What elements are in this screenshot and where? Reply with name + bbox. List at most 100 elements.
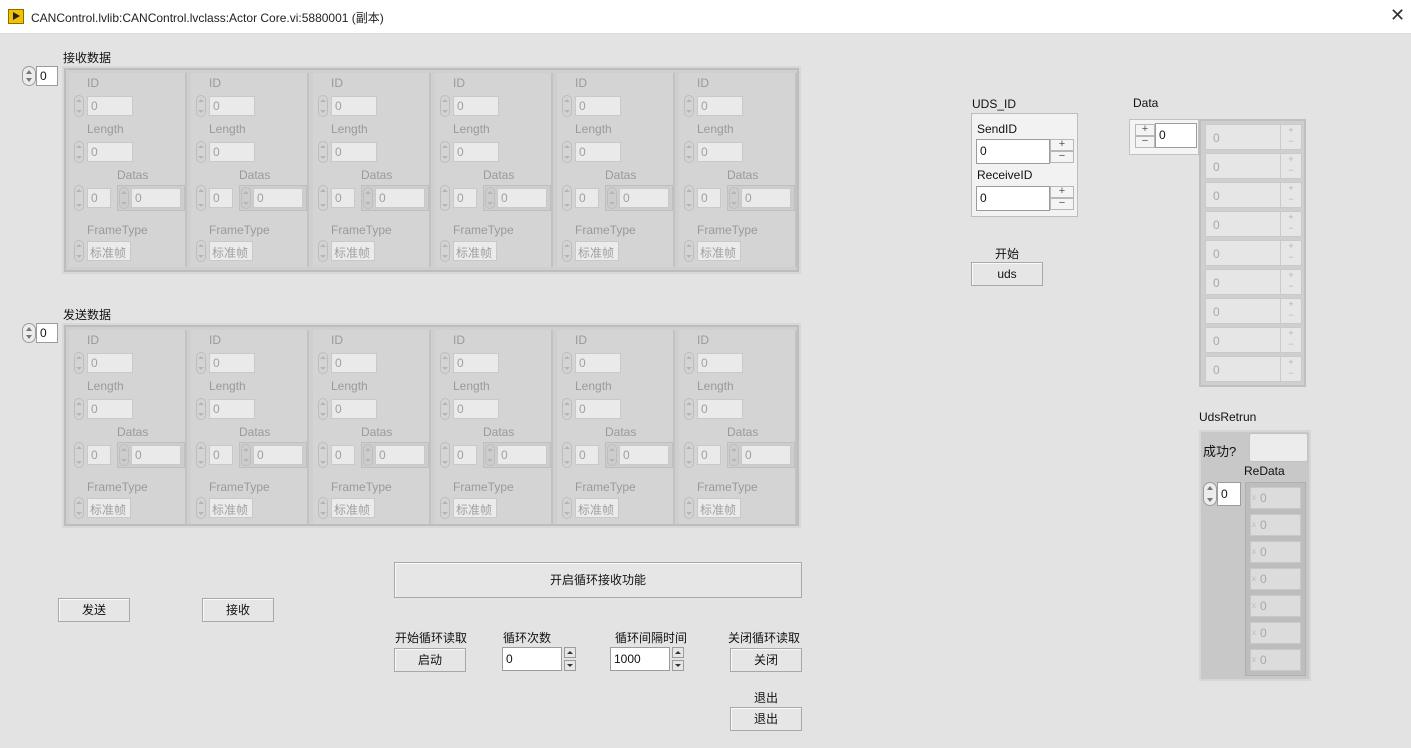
datas-element-spinner-icon[interactable] [363,444,373,466]
frame-type-spinner-icon[interactable] [196,497,206,519]
loop-receive-button[interactable]: 开启循环接收功能 [394,562,802,598]
length-field[interactable]: 0 [575,142,621,162]
datas-value-field[interactable]: 0 [497,445,547,465]
frame-type-spinner-icon[interactable] [440,240,450,262]
loop-count-stepper[interactable] [564,647,576,671]
frame-type-field[interactable]: 标准帧 [575,498,619,518]
datas-index-spinner-icon[interactable] [318,185,328,211]
data-element[interactable]: 0 + − [1205,298,1302,324]
close-icon[interactable]: ✕ [1390,6,1405,24]
loop-interval-field[interactable]: 1000 [610,647,670,671]
datas-element-spinner-icon[interactable] [729,187,739,209]
datas-value-field[interactable]: 0 [253,445,303,465]
id-spinner-icon[interactable] [562,95,572,117]
frame-type-spinner-icon[interactable] [562,240,572,262]
id-spinner-icon[interactable] [684,352,694,374]
datas-index-spinner-icon[interactable] [196,185,206,211]
data-index-stepper[interactable]: + − [1135,124,1155,148]
datas-element-spinner-icon[interactable] [241,187,251,209]
datas-index-field[interactable]: 0 [87,188,111,208]
id-spinner-icon[interactable] [440,352,450,374]
send-array-index[interactable]: 0 [22,323,58,343]
datas-value-field[interactable]: 0 [131,188,181,208]
frame-type-spinner-icon[interactable] [318,497,328,519]
datas-value-field[interactable]: 0 [131,445,181,465]
plus-minus-icon[interactable]: + − [1280,357,1301,381]
datas-index-field[interactable]: 0 [87,445,111,465]
data-element[interactable]: 0 + − [1205,182,1302,208]
id-spinner-icon[interactable] [196,352,206,374]
id-field[interactable]: 0 [331,353,377,373]
frame-type-field[interactable]: 标准帧 [453,498,497,518]
data-index-field[interactable]: 0 [1155,123,1197,148]
datas-element-spinner-icon[interactable] [729,444,739,466]
loop-count-field[interactable]: 0 [502,647,562,671]
datas-index-field[interactable]: 0 [331,188,355,208]
datas-element-spinner-icon[interactable] [119,187,129,209]
datas-element-spinner-icon[interactable] [119,444,129,466]
frame-type-field[interactable]: 标准帧 [209,498,253,518]
send-id-stepper[interactable]: + − [1050,139,1074,163]
datas-index-field[interactable]: 0 [209,445,233,465]
length-field[interactable]: 0 [697,399,743,419]
data-element[interactable]: 0 + − [1205,240,1302,266]
plus-minus-icon[interactable]: + − [1280,212,1301,236]
plus-minus-icon[interactable]: + − [1280,328,1301,352]
id-field[interactable]: 0 [575,96,621,116]
loop-interval-stepper[interactable] [672,647,684,671]
datas-index-field[interactable]: 0 [575,188,599,208]
length-spinner-icon[interactable] [440,141,450,163]
length-spinner-icon[interactable] [684,141,694,163]
length-field[interactable]: 0 [209,142,255,162]
uds-start-button[interactable]: uds [971,262,1043,286]
datas-index-spinner-icon[interactable] [562,185,572,211]
id-spinner-icon[interactable] [562,352,572,374]
start-loop-button[interactable]: 启动 [394,648,466,672]
id-field[interactable]: 0 [331,96,377,116]
datas-element-spinner-icon[interactable] [485,444,495,466]
send-button[interactable]: 发送 [58,598,130,622]
length-spinner-icon[interactable] [562,398,572,420]
plus-minus-icon[interactable]: + − [1280,183,1301,207]
length-field[interactable]: 0 [453,142,499,162]
id-field[interactable]: 0 [453,96,499,116]
frame-type-field[interactable]: 标准帧 [331,241,375,261]
length-field[interactable]: 0 [87,142,133,162]
frame-type-spinner-icon[interactable] [318,240,328,262]
exit-button[interactable]: 退出 [730,707,802,731]
frame-type-field[interactable]: 标准帧 [87,498,131,518]
receive-array-index[interactable]: 0 [22,66,58,86]
id-spinner-icon[interactable] [684,95,694,117]
plus-minus-icon[interactable]: + − [1280,299,1301,323]
datas-index-spinner-icon[interactable] [74,442,84,468]
data-element[interactable]: 0 + − [1205,124,1302,150]
frame-type-spinner-icon[interactable] [440,497,450,519]
length-spinner-icon[interactable] [318,398,328,420]
datas-value-field[interactable]: 0 [741,445,791,465]
length-field[interactable]: 0 [331,399,377,419]
id-spinner-icon[interactable] [196,95,206,117]
datas-value-field[interactable]: 0 [741,188,791,208]
datas-index-spinner-icon[interactable] [684,442,694,468]
plus-minus-icon[interactable]: + − [1280,241,1301,265]
datas-index-spinner-icon[interactable] [440,442,450,468]
id-field[interactable]: 0 [87,353,133,373]
datas-index-field[interactable]: 0 [697,445,721,465]
length-spinner-icon[interactable] [196,141,206,163]
length-field[interactable]: 0 [453,399,499,419]
frame-type-field[interactable]: 标准帧 [453,241,497,261]
id-field[interactable]: 0 [697,353,743,373]
datas-element-spinner-icon[interactable] [607,444,617,466]
length-spinner-icon[interactable] [196,398,206,420]
datas-element-spinner-icon[interactable] [363,187,373,209]
length-field[interactable]: 0 [575,399,621,419]
id-spinner-icon[interactable] [318,95,328,117]
length-spinner-icon[interactable] [440,398,450,420]
frame-type-field[interactable]: 标准帧 [209,241,253,261]
data-element[interactable]: 0 + − [1205,269,1302,295]
length-field[interactable]: 0 [209,399,255,419]
datas-index-spinner-icon[interactable] [684,185,694,211]
datas-value-field[interactable]: 0 [497,188,547,208]
id-field[interactable]: 0 [209,96,255,116]
datas-index-spinner-icon[interactable] [318,442,328,468]
